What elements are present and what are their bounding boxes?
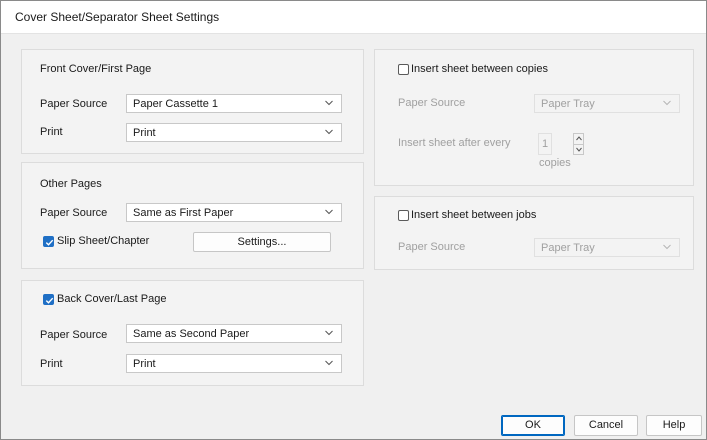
chevron-down-icon (663, 100, 671, 106)
checkmark-icon (45, 239, 54, 246)
title-bar: Cover Sheet/Separator Sheet Settings (1, 1, 706, 34)
front-paper-source-value: Paper Cassette 1 (133, 98, 218, 110)
after-every-label: Insert sheet after every (398, 137, 511, 149)
copies-unit-label: copies (539, 157, 571, 169)
between-jobs-group: Insert sheet between jobs Paper Source P… (374, 196, 694, 270)
settings-button[interactable]: Settings... (193, 232, 331, 252)
other-paper-source-select[interactable]: Same as First Paper (126, 203, 342, 222)
back-cover-group: Back Cover/Last Page Paper Source Same a… (21, 280, 364, 386)
front-paper-source-label: Paper Source (40, 98, 108, 110)
dialog-window: Cover Sheet/Separator Sheet Settings Fro… (0, 0, 707, 440)
between-jobs-checkbox[interactable] (398, 210, 409, 221)
front-print-select[interactable]: Print (126, 123, 342, 142)
chevron-up-icon (576, 136, 582, 141)
between-jobs-label[interactable]: Insert sheet between jobs (411, 209, 536, 221)
back-paper-source-label: Paper Source (40, 329, 108, 341)
front-print-label: Print (40, 126, 63, 138)
chevron-down-icon (325, 100, 333, 106)
front-cover-group-title: Front Cover/First Page (40, 63, 152, 75)
back-cover-checkbox[interactable] (43, 294, 54, 305)
help-button[interactable]: Help (646, 415, 702, 436)
chevron-down-icon (325, 209, 333, 215)
copies-paper-source-value: Paper Tray (541, 98, 595, 110)
ok-button[interactable]: OK (501, 415, 565, 436)
back-print-select[interactable]: Print (126, 354, 342, 373)
front-cover-group: Front Cover/First Page Paper Source Pape… (21, 49, 364, 154)
copies-paper-source-select[interactable]: Paper Tray (534, 94, 680, 113)
chevron-down-icon (325, 129, 333, 135)
jobs-paper-source-value: Paper Tray (541, 242, 595, 254)
front-paper-source-select[interactable]: Paper Cassette 1 (126, 94, 342, 113)
back-paper-source-value: Same as Second Paper (133, 328, 250, 340)
dialog-title: Cover Sheet/Separator Sheet Settings (15, 10, 220, 24)
between-copies-label[interactable]: Insert sheet between copies (411, 63, 548, 75)
back-paper-source-select[interactable]: Same as Second Paper (126, 324, 342, 343)
slip-sheet-label[interactable]: Slip Sheet/Chapter (57, 235, 149, 247)
other-paper-source-label: Paper Source (40, 207, 108, 219)
other-pages-group-title: Other Pages (40, 178, 102, 190)
checkmark-icon (45, 297, 54, 304)
copies-paper-source-label: Paper Source (398, 97, 466, 109)
chevron-down-icon (325, 330, 333, 336)
after-every-spinner[interactable] (573, 133, 584, 155)
other-paper-source-value: Same as First Paper (133, 207, 234, 219)
cancel-button[interactable]: Cancel (574, 415, 638, 436)
back-print-label: Print (40, 358, 63, 370)
after-every-value[interactable]: 1 (538, 133, 552, 155)
between-copies-checkbox[interactable] (398, 64, 409, 75)
other-pages-group: Other Pages Paper Source Same as First P… (21, 162, 364, 269)
chevron-down-icon (663, 244, 671, 250)
jobs-paper-source-label: Paper Source (398, 241, 466, 253)
jobs-paper-source-select[interactable]: Paper Tray (534, 238, 680, 257)
back-cover-label[interactable]: Back Cover/Last Page (57, 293, 166, 305)
back-print-value: Print (133, 358, 156, 370)
chevron-down-icon (325, 360, 333, 366)
front-print-value: Print (133, 127, 156, 139)
between-copies-group: Insert sheet between copies Paper Source… (374, 49, 694, 186)
slip-sheet-checkbox[interactable] (43, 236, 54, 247)
chevron-down-icon (576, 147, 582, 152)
